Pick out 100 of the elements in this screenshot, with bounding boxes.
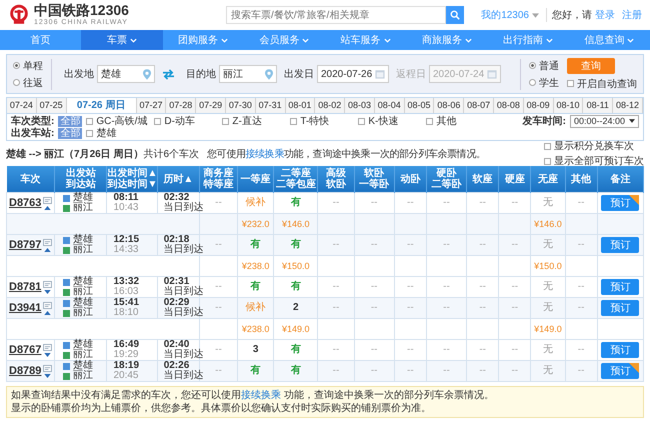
seat-availability: --	[511, 197, 518, 208]
date-tab[interactable]: 08-11	[583, 98, 614, 113]
input-field[interactable]: 丽江	[219, 65, 277, 83]
checkbox[interactable]	[154, 118, 162, 124]
date-tab[interactable]: 08-01	[286, 98, 316, 113]
checkbox[interactable]	[86, 118, 94, 124]
seat-availability: --	[215, 239, 222, 250]
seat-availability: --	[370, 302, 378, 313]
date-tab[interactable]: 07-31	[256, 98, 286, 113]
time-select[interactable]: 00:00--24:00	[570, 114, 639, 128]
schedule-icon[interactable]	[43, 344, 52, 350]
calendar-icon	[375, 69, 385, 79]
checkbox[interactable]	[358, 118, 366, 124]
seat-availability: --	[332, 344, 340, 355]
date-tab[interactable]: 08-12	[613, 98, 643, 113]
expand-arrow-icon[interactable]	[44, 206, 52, 210]
radio-button[interactable]	[529, 62, 536, 69]
date-tab[interactable]: 08-04	[374, 98, 405, 113]
date-tab[interactable]: 07-24	[7, 98, 37, 113]
option-label: 普通	[539, 60, 559, 72]
duration: 02:26	[164, 361, 190, 371]
search-button[interactable]	[446, 6, 464, 24]
radio-button[interactable]	[13, 62, 20, 69]
duration: 02:29	[164, 298, 190, 308]
date-tab[interactable]: 07-26 周日	[66, 98, 137, 113]
date-tab[interactable]: 08-08	[494, 98, 524, 113]
date-tab[interactable]: 07-30	[226, 98, 256, 113]
checkbox[interactable]	[544, 142, 551, 150]
seat-availability: --	[370, 281, 378, 292]
schedule-icon[interactable]	[43, 196, 52, 204]
radio-button[interactable]	[13, 79, 20, 86]
duration: 02:18	[164, 235, 190, 245]
column-header: 二等座 二等包座	[274, 166, 318, 192]
seat-availability: --	[479, 344, 486, 355]
location-pin-icon	[143, 68, 151, 80]
option-label: 其他	[436, 114, 456, 128]
seat-availability: --	[479, 281, 486, 292]
date-tab[interactable]: 08-06	[434, 98, 464, 113]
seat-availability: --	[215, 365, 222, 376]
expand-arrow-icon[interactable]	[44, 374, 52, 378]
seat-availability: 候补	[246, 302, 266, 313]
departure-time: 12:15	[113, 235, 140, 245]
option-label: D-动车	[164, 114, 195, 128]
schedule-icon[interactable]	[43, 302, 52, 308]
seat-availability: --	[511, 302, 518, 313]
chevron-icon	[384, 38, 391, 42]
expand-arrow-icon[interactable]	[44, 290, 52, 294]
date-tab[interactable]: 07-28	[166, 98, 196, 113]
date-tab[interactable]: 08-10	[554, 98, 584, 113]
date-tab[interactable]: 08-09	[524, 98, 554, 113]
nav-item[interactable]: 车票	[81, 30, 162, 50]
seat-availability: --	[215, 344, 222, 355]
price-text: ¥146.0	[534, 218, 562, 228]
seat-availability: 3	[252, 344, 258, 355]
schedule-icon[interactable]	[43, 364, 52, 372]
checkbox[interactable]	[222, 118, 230, 124]
expand-arrow-icon[interactable]	[44, 310, 52, 314]
column-header: 无座	[530, 166, 566, 192]
schedule-icon[interactable]	[43, 238, 52, 246]
station-name: 丽江	[73, 350, 94, 360]
date-field[interactable]: 2020-07-26	[317, 65, 389, 83]
schedule-icon[interactable]	[43, 280, 52, 288]
departure-time: 18:19	[113, 361, 140, 371]
radio-button[interactable]	[529, 79, 536, 86]
checkbox[interactable]	[567, 80, 574, 87]
transfer-link[interactable]: 接续换乘	[241, 390, 281, 401]
arrival-time: 16:03	[113, 287, 140, 297]
column-header: 动卧	[394, 166, 426, 192]
checkbox[interactable]	[544, 158, 551, 164]
input-field[interactable]: 楚雄	[97, 65, 155, 83]
field-label: 出发地	[64, 68, 94, 81]
date-tab[interactable]: 08-07	[464, 98, 494, 113]
date-tab[interactable]: 07-29	[196, 98, 226, 113]
option-label: K-快速	[368, 114, 398, 128]
checkbox[interactable]	[290, 118, 298, 124]
departure-time: 16:49	[113, 340, 140, 350]
seat-availability: --	[578, 365, 584, 376]
expand-arrow-icon[interactable]	[44, 248, 52, 252]
station-name: 楚雄	[73, 235, 94, 245]
station-name: 楚雄	[73, 298, 94, 308]
arrival-time: 20:45	[113, 371, 140, 381]
field-value: 丽江	[223, 68, 243, 81]
filter-label: 出发车站:	[11, 126, 54, 140]
station-name: 丽江	[73, 245, 94, 255]
seat-availability: 有	[290, 239, 301, 250]
date-tab[interactable]: 08-03	[345, 98, 375, 113]
checkbox[interactable]	[86, 130, 94, 136]
seat-availability: --	[443, 344, 450, 355]
seat-availability: --	[479, 302, 486, 313]
expand-arrow-icon[interactable]	[44, 352, 52, 356]
swap-icon[interactable]	[162, 68, 175, 80]
transfer-link[interactable]: 接续换乘	[246, 148, 284, 160]
date-tab[interactable]: 08-05	[404, 98, 434, 113]
seat-availability: --	[215, 281, 222, 292]
seat-availability: --	[332, 281, 340, 292]
date-tab[interactable]: 08-02	[315, 98, 346, 113]
date-tab[interactable]: 07-27	[136, 98, 166, 113]
checkbox[interactable]	[426, 118, 434, 124]
seat-availability: --	[511, 281, 518, 292]
column-header: 软座	[466, 166, 499, 192]
